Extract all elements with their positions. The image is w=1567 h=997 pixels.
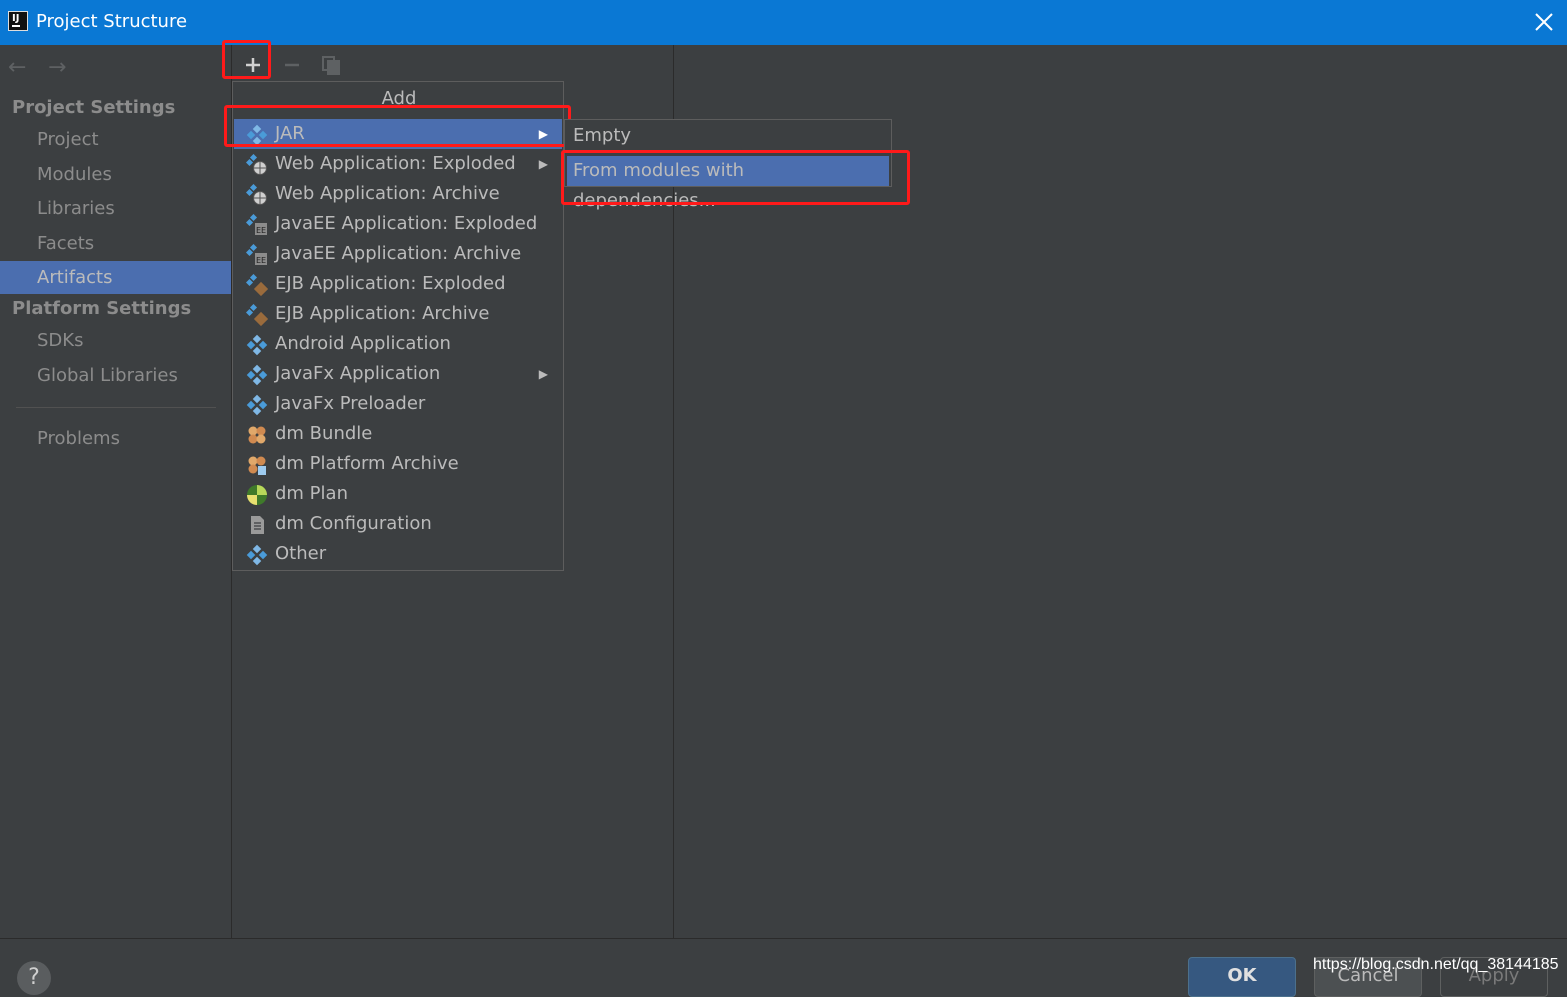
sidebar-item-project[interactable]: Project bbox=[0, 123, 231, 156]
menu-item-other[interactable]: Other bbox=[234, 539, 562, 569]
dialog-footer: ? OK Cancel Apply https://blog.csdn.net/… bbox=[0, 938, 1567, 997]
sidebar-item-problems[interactable]: Problems bbox=[0, 422, 231, 455]
popup-title: Add bbox=[381, 88, 417, 109]
menu-item-label: EJB Application: Exploded bbox=[275, 273, 506, 294]
submenu-item-from-modules[interactable]: From modules with dependencies... bbox=[567, 156, 889, 211]
menu-item-ejb-application-archive[interactable]: EJB Application: Archive bbox=[234, 299, 562, 329]
menu-item-javafx-application[interactable]: JavaFx Application ▶ bbox=[234, 359, 562, 389]
intellij-logo-icon: IJ bbox=[8, 11, 28, 31]
ok-button[interactable]: OK bbox=[1188, 957, 1296, 997]
submenu-arrow-icon: ▶ bbox=[538, 367, 548, 381]
sidebar-item-modules[interactable]: Modules bbox=[0, 158, 231, 191]
web-app-icon bbox=[246, 154, 267, 175]
watermark-text: https://blog.csdn.net/qq_38144185 bbox=[1313, 956, 1559, 973]
menu-item-label: dm Platform Archive bbox=[275, 453, 459, 474]
artifact-icon bbox=[246, 394, 268, 416]
menu-item-ejb-application-exploded[interactable]: EJB Application: Exploded bbox=[234, 269, 562, 299]
artifact-icon bbox=[246, 364, 268, 386]
menu-item-label: Android Application bbox=[275, 333, 451, 354]
globe-icon bbox=[247, 485, 267, 505]
sidebar-item-facets[interactable]: Facets bbox=[0, 227, 231, 260]
jar-submenu: Empty From modules with dependencies... bbox=[564, 119, 892, 211]
ejb-icon bbox=[246, 304, 268, 326]
svg-text:EE: EE bbox=[256, 226, 266, 235]
close-icon[interactable] bbox=[1531, 9, 1557, 35]
menu-item-javafx-preloader[interactable]: JavaFx Preloader bbox=[234, 389, 562, 419]
artifact-icon bbox=[246, 334, 268, 356]
dm-bundle-icon bbox=[248, 456, 266, 475]
sidebar-item-sdks[interactable]: SDKs bbox=[0, 324, 231, 357]
copy-icon[interactable] bbox=[319, 53, 343, 77]
menu-item-jar[interactable]: JAR ▶ bbox=[234, 119, 562, 149]
menu-item-label: JAR bbox=[275, 123, 305, 144]
menu-item-label: Web Application: Archive bbox=[275, 183, 500, 204]
window-title: Project Structure bbox=[36, 11, 188, 32]
ejb-icon bbox=[246, 274, 268, 296]
web-app-icon bbox=[246, 184, 267, 205]
javaee-icon: EE bbox=[246, 244, 267, 265]
sidebar-item-artifacts[interactable]: Artifacts bbox=[0, 261, 231, 294]
forward-arrow-icon[interactable]: → bbox=[48, 55, 66, 80]
menu-item-label: Web Application: Exploded bbox=[275, 153, 516, 174]
menu-item-label: dm Bundle bbox=[275, 423, 373, 444]
submenu-item-empty[interactable]: Empty bbox=[567, 121, 889, 151]
menu-item-label: JavaEE Application: Archive bbox=[275, 243, 522, 264]
menu-item-label: JavaEE Application: Exploded bbox=[275, 213, 538, 234]
submenu-arrow-icon: ▶ bbox=[538, 157, 548, 171]
back-arrow-icon[interactable]: ← bbox=[8, 55, 26, 80]
add-icon[interactable] bbox=[241, 53, 265, 77]
sidebar-item-global-libraries[interactable]: Global Libraries bbox=[0, 359, 231, 392]
file-icon bbox=[251, 516, 264, 534]
title-bar: IJ Project Structure bbox=[0, 0, 1567, 45]
javaee-icon: EE bbox=[246, 214, 267, 235]
menu-item-android-application[interactable]: Android Application bbox=[234, 329, 562, 359]
sidebar-divider bbox=[16, 407, 216, 408]
project-settings-header: Project Settings bbox=[12, 97, 176, 118]
sidebar-item-libraries[interactable]: Libraries bbox=[0, 192, 231, 225]
dm-bundle-icon bbox=[248, 426, 266, 444]
submenu-arrow-icon: ▶ bbox=[538, 127, 548, 141]
menu-item-dm-plan[interactable]: dm Plan bbox=[234, 479, 562, 509]
add-popup-menu: Add JAR ▶ Web Application: Exploded ▶ We… bbox=[232, 81, 564, 571]
menu-item-label: dm Configuration bbox=[275, 513, 432, 534]
menu-item-label: dm Plan bbox=[275, 483, 348, 504]
sidebar: ← → Project Settings Project Modules Lib… bbox=[0, 45, 232, 938]
platform-settings-header: Platform Settings bbox=[12, 298, 192, 319]
menu-item-javaee-application-exploded[interactable]: EE JavaEE Application: Exploded bbox=[234, 209, 562, 239]
menu-item-dm-configuration[interactable]: dm Configuration bbox=[234, 509, 562, 539]
artifact-icon bbox=[246, 124, 268, 146]
menu-item-web-application-archive[interactable]: Web Application: Archive bbox=[234, 179, 562, 209]
svg-text:EE: EE bbox=[256, 256, 266, 265]
menu-item-label: Other bbox=[275, 543, 327, 564]
menu-item-label: JavaFx Preloader bbox=[275, 393, 426, 414]
help-button[interactable]: ? bbox=[17, 961, 51, 995]
remove-icon[interactable] bbox=[280, 53, 304, 77]
menu-item-label: JavaFx Application bbox=[275, 363, 441, 384]
menu-item-label: EJB Application: Archive bbox=[275, 303, 490, 324]
menu-item-web-application-exploded[interactable]: Web Application: Exploded ▶ bbox=[234, 149, 562, 179]
menu-item-javaee-application-archive[interactable]: EE JavaEE Application: Archive bbox=[234, 239, 562, 269]
menu-item-dm-bundle[interactable]: dm Bundle bbox=[234, 419, 562, 449]
menu-item-dm-platform-archive[interactable]: dm Platform Archive bbox=[234, 449, 562, 479]
artifact-icon bbox=[246, 544, 268, 566]
